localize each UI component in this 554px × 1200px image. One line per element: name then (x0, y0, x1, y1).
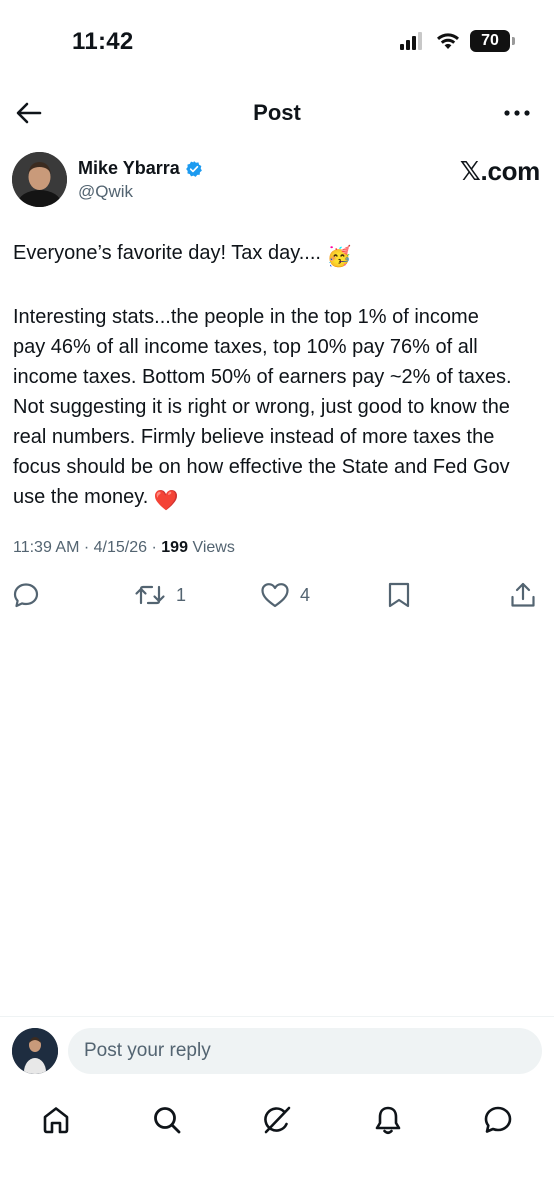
avatar[interactable] (12, 152, 67, 207)
display-name-row: Mike Ybarra (78, 158, 203, 179)
tab-home[interactable] (36, 1100, 76, 1140)
status-icons: 70 (400, 30, 515, 52)
red-heart-emoji: ❤️ (153, 490, 179, 512)
post-line: Everyone’s favorite day! Tax day.... 🥳 (13, 238, 545, 272)
repost-icon (135, 585, 165, 605)
reply-bar: Post your reply (0, 1016, 554, 1086)
source-label: 𝕏.com (460, 156, 540, 187)
post-line: pay 46% of all income taxes, top 10% pay… (13, 336, 478, 358)
grok-icon (264, 1106, 291, 1134)
views-count: 199 (161, 539, 188, 556)
post-line-text: use the money. (13, 486, 149, 508)
views-label: Views (192, 539, 235, 556)
home-icon (43, 1107, 69, 1134)
tab-search[interactable] (147, 1100, 187, 1140)
post-line: income taxes. Bottom 50% of earners pay … (13, 366, 512, 388)
post-line: use the money. ❤️ (13, 482, 545, 516)
battery-level: 70 (481, 32, 499, 49)
x-logo-icon: 𝕏 (459, 157, 481, 187)
post-text: Everyone’s favorite day! Tax day.... 🥳 I… (13, 238, 545, 516)
reply-input[interactable]: Post your reply (68, 1028, 542, 1074)
repost-count: 1 (176, 584, 187, 605)
author-row: Mike Ybarra @Qwik 𝕏.com (12, 152, 542, 212)
repost-button[interactable]: 1 (134, 578, 186, 612)
reply-icon (13, 583, 39, 608)
status-time: 11:42 (72, 28, 134, 55)
reply-button[interactable] (12, 578, 50, 612)
battery-tip (512, 37, 515, 45)
search-icon (154, 1107, 181, 1134)
bookmark-icon (388, 582, 410, 608)
battery-icon: 70 (470, 30, 515, 52)
post-header: Post (0, 90, 554, 138)
home-indicator (207, 1185, 347, 1190)
post-meta: 11:39 AM · 4/15/26 · 199 Views (13, 539, 235, 557)
verified-badge-icon (185, 160, 202, 177)
notifications-icon (375, 1106, 401, 1135)
post-line: Interesting stats...the people in the to… (13, 306, 479, 328)
post-line: real numbers. Firmly believe instead of … (13, 426, 495, 448)
like-icon (261, 583, 289, 608)
post-date[interactable]: 4/15/26 (94, 539, 147, 556)
page-title: Post (253, 100, 301, 125)
share-button[interactable] (509, 578, 537, 612)
status-bar: 11:42 70 (0, 0, 554, 84)
meta-separator: · (151, 539, 157, 556)
meta-separator: · (83, 539, 90, 556)
source-domain: .com (480, 156, 541, 186)
post-line: focus should be on how effective the Sta… (13, 456, 510, 478)
tab-messages[interactable] (478, 1100, 518, 1140)
user-handle[interactable]: @Qwik (78, 182, 133, 202)
more-horizontal-icon[interactable] (502, 100, 532, 126)
display-name[interactable]: Mike Ybarra (78, 158, 180, 179)
post-line-text: Everyone’s favorite day! Tax day.... (13, 242, 321, 264)
post-time[interactable]: 11:39 AM (13, 539, 79, 556)
share-icon (511, 582, 535, 607)
messages-icon (484, 1106, 512, 1133)
like-count: 4 (300, 584, 311, 605)
tab-notifications[interactable] (368, 1100, 408, 1140)
user-avatar[interactable] (12, 1028, 58, 1074)
wifi-icon (437, 33, 459, 49)
like-button[interactable]: 4 (260, 578, 310, 612)
tab-grok[interactable] (257, 1100, 297, 1140)
party-face-emoji: 🥳 (326, 246, 352, 268)
post-line: Not suggesting it is right or wrong, jus… (13, 396, 510, 418)
action-bar: 1 4 (0, 578, 554, 614)
bottom-tab-bar (0, 1090, 554, 1150)
cellular-signal-icon (400, 32, 422, 50)
bookmark-button[interactable] (386, 578, 412, 612)
